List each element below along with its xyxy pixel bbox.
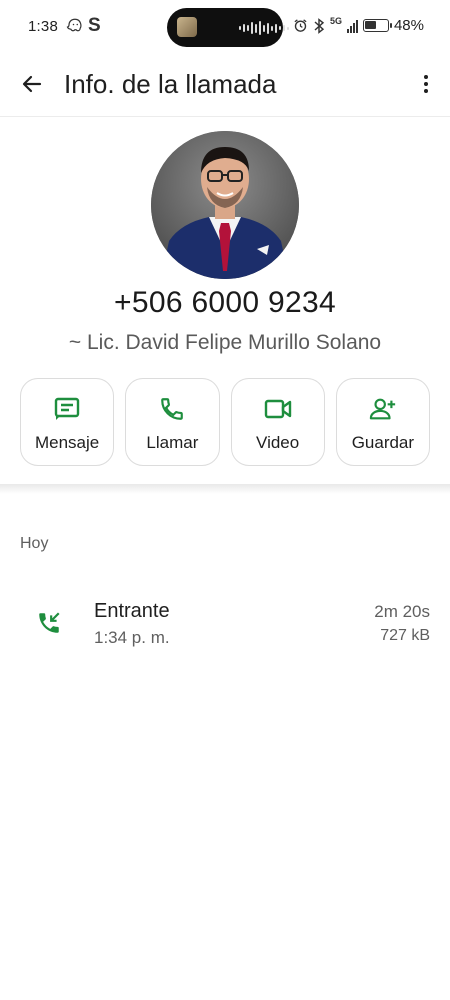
- contact-avatar[interactable]: [151, 131, 299, 279]
- message-label: Mensaje: [34, 433, 100, 452]
- call-history-row[interactable]: Entrante 1:34 p. m. 2m 20s 727 kB: [0, 590, 450, 660]
- battery-fill: [364, 21, 376, 29]
- arrow-back-icon: [22, 75, 42, 93]
- status-bar: 1:38 S 5G 48%: [0, 0, 450, 56]
- video-button[interactable]: Video: [230, 378, 325, 466]
- back-button[interactable]: [14, 66, 50, 102]
- dynamic-island[interactable]: [167, 8, 289, 47]
- video-label: Video: [256, 433, 300, 452]
- network-label: 5G: [329, 16, 342, 26]
- signal-icon: [346, 19, 358, 33]
- call-label: Llamar: [146, 433, 199, 452]
- audio-wave-icon: [239, 21, 289, 35]
- message-button[interactable]: Mensaje: [20, 378, 115, 466]
- phone-icon: [158, 395, 186, 423]
- message-icon: [53, 395, 81, 423]
- contact-photo: [151, 131, 299, 279]
- contact-name: ~ Lic. David Felipe Murillo Solano: [68, 331, 382, 354]
- save-contact-button[interactable]: Guardar: [335, 378, 430, 466]
- status-left-icons: S: [66, 16, 101, 36]
- call-data-size: 727 kB: [380, 627, 430, 644]
- call-type: Entrante: [94, 600, 170, 622]
- contact-actions: Mensaje Llamar Video Guardar: [20, 378, 430, 466]
- history-section-label: Hoy: [20, 535, 49, 552]
- person-add-icon: [369, 395, 397, 423]
- media-thumbnail: [177, 17, 197, 37]
- bluetooth-icon: [314, 17, 325, 34]
- incoming-call-icon: [36, 610, 62, 636]
- call-duration: 2m 20s: [374, 602, 430, 621]
- battery-percent: 48%: [393, 17, 424, 34]
- call-button[interactable]: Llamar: [125, 378, 220, 466]
- call-time: 1:34 p. m.: [94, 628, 170, 647]
- app-bar: Info. de la llamada: [0, 56, 450, 112]
- videocam-icon: [264, 395, 292, 423]
- battery-icon: [362, 19, 392, 32]
- header-divider: [0, 116, 450, 117]
- page-title: Info. de la llamada: [64, 69, 277, 99]
- status-time: 1:38: [28, 18, 58, 35]
- more-vert-icon: [424, 75, 428, 79]
- status-right-icons: 5G 48%: [293, 16, 424, 34]
- alarm-icon: [294, 19, 307, 32]
- contact-phone-number: +506 6000 9234: [114, 286, 336, 319]
- save-label: Guardar: [351, 433, 415, 452]
- more-options-button[interactable]: [414, 66, 438, 102]
- waze-icon: [66, 18, 82, 32]
- section-divider: [0, 484, 450, 494]
- carrier-glyph: S: [88, 15, 101, 36]
